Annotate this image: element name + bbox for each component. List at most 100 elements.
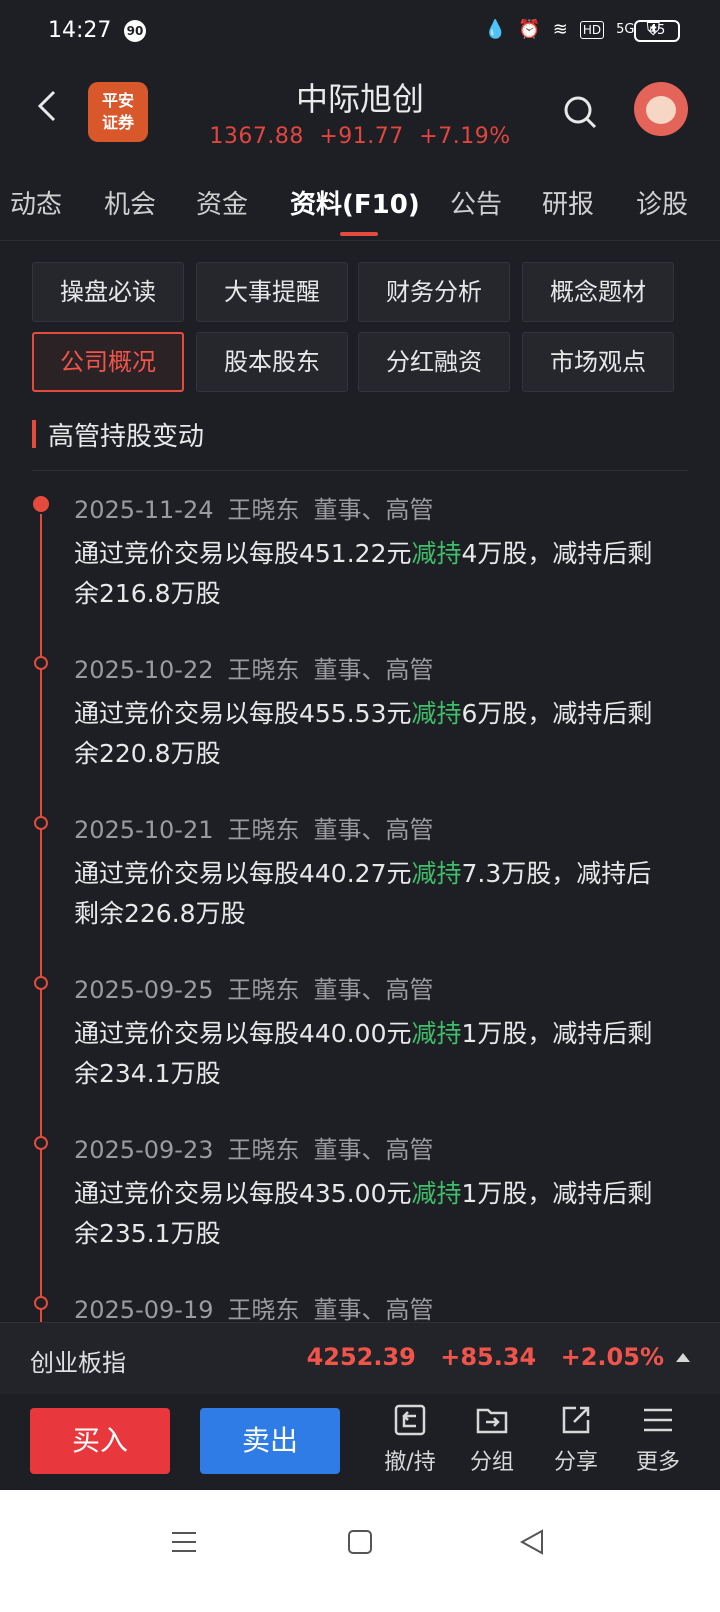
system-nav-bar <box>0 1490 720 1612</box>
entry-date: 2025-10-22 <box>74 656 214 684</box>
tab-f10[interactable]: 资料(F10) <box>290 184 420 221</box>
share-label: 分享 <box>553 1450 598 1475</box>
entry-description: 通过竞价交易以每股455.53元减持6万股，减持后剩余220.8万股 <box>74 694 674 774</box>
menu-dividend-financing[interactable]: 分红融资 <box>358 332 510 392</box>
stock-price: 1367.88 <box>209 124 304 149</box>
buy-button[interactable]: 买入 <box>30 1408 170 1474</box>
more-label: 更多 <box>635 1450 680 1475</box>
entry-action: 减持 <box>411 1019 462 1048</box>
menu-event-reminder[interactable]: 大事提醒 <box>196 262 348 322</box>
tab-dynamics[interactable]: 动态 <box>10 184 62 221</box>
entry-name: 王晓东 <box>227 656 300 684</box>
entry-name: 王晓东 <box>227 496 300 524</box>
entry-role: 董事、高管 <box>313 1296 434 1324</box>
entry-role: 董事、高管 <box>313 1136 434 1164</box>
tab-diagnosis[interactable]: 诊股 <box>636 184 688 221</box>
entry-text: 通过竞价交易以每股455.53元 <box>74 699 412 728</box>
alarm-icon: ⏰ <box>518 19 541 40</box>
stock-quote: 1367.88 +91.77 +7.19% <box>0 124 720 149</box>
entry-description: 通过竞价交易以每股435.00元减持1万股，减持后剩余235.1万股 <box>74 1174 674 1254</box>
menu-trading-must-read[interactable]: 操盘必读 <box>32 262 184 322</box>
menu-concept-theme[interactable]: 概念题材 <box>522 262 674 322</box>
index-values: 4252.39 +85.34 +2.05% <box>291 1343 664 1371</box>
network-icon: 5G <box>616 22 635 37</box>
share-icon <box>562 1406 590 1434</box>
hd-icon: HD <box>579 21 605 39</box>
menu-company-profile[interactable]: 公司概况 <box>32 332 184 392</box>
sell-button[interactable]: 卖出 <box>200 1408 340 1474</box>
tab-opportunity[interactable]: 机会 <box>104 184 156 221</box>
avatar-icon <box>646 96 676 124</box>
timeline-dot <box>34 1136 48 1150</box>
tab-bar: 动态 机会 资金 资料(F10) 公告 研报 诊股 <box>0 162 720 241</box>
wifi-icon: ≋ <box>552 19 568 40</box>
index-change-pct: +2.05% <box>560 1343 664 1371</box>
timeline-dot <box>34 976 48 990</box>
trade-action-bar: 买入 卖出 撤/持 分组 分享 更多 <box>0 1394 720 1490</box>
notification-badge: 90 <box>124 20 146 42</box>
entry-meta: 2025-10-21 王晓东 董事、高管 <box>74 810 447 845</box>
group-button[interactable]: 分组 <box>456 1402 528 1476</box>
battery-icon: 45 <box>634 20 680 42</box>
recent-apps-icon[interactable] <box>168 1528 200 1556</box>
entry-action: 减持 <box>411 699 462 728</box>
entry-name: 王晓东 <box>227 1296 300 1324</box>
tab-announcements[interactable]: 公告 <box>450 184 502 221</box>
section-title: 高管持股变动 <box>48 422 205 452</box>
cancel-hold-button[interactable]: 撤/持 <box>374 1402 446 1476</box>
entry-action: 减持 <box>411 539 462 568</box>
timeline-dot <box>34 816 48 830</box>
entry-meta: 2025-11-24 王晓东 董事、高管 <box>74 490 447 525</box>
entry-role: 董事、高管 <box>313 976 434 1004</box>
index-ticker-bar[interactable]: 创业板指 4252.39 +85.34 +2.05% <box>0 1322 720 1395</box>
status-time: 14:27 <box>48 18 112 43</box>
stock-header: 平安 证券 中际旭创 1367.88 +91.77 +7.19% <box>0 66 720 162</box>
entry-text: 通过竞价交易以每股440.00元 <box>74 1019 412 1048</box>
cancel-hold-label: 撤/持 <box>384 1450 436 1475</box>
entry-date: 2025-10-21 <box>74 816 214 844</box>
back-icon[interactable] <box>518 1528 546 1556</box>
entry-date: 2025-11-24 <box>74 496 214 524</box>
tab-research[interactable]: 研报 <box>542 184 594 221</box>
tab-funds[interactable]: 资金 <box>196 184 248 221</box>
avatar[interactable] <box>634 82 688 136</box>
entry-text: 通过竞价交易以每股435.00元 <box>74 1179 412 1208</box>
entry-meta: 2025-10-22 王晓东 董事、高管 <box>74 650 447 685</box>
entry-role: 董事、高管 <box>313 496 434 524</box>
more-button[interactable]: 更多 <box>622 1402 694 1476</box>
status-bar: 14:27 90 💧 ⏰ ≋ HD 5G ⛨ 45 <box>0 0 720 66</box>
tab-active-indicator <box>340 232 378 236</box>
home-icon[interactable] <box>346 1528 374 1556</box>
entry-role: 董事、高管 <box>313 656 434 684</box>
section-accent-bar <box>32 420 36 448</box>
timeline-line <box>40 514 42 1360</box>
menu-icon <box>644 1408 672 1432</box>
entry-meta: 2025-09-23 王晓东 董事、高管 <box>74 1130 447 1165</box>
share-button[interactable]: 分享 <box>540 1402 612 1476</box>
entry-date: 2025-09-23 <box>74 1136 214 1164</box>
stock-change: +91.77 <box>319 124 404 149</box>
index-value: 4252.39 <box>306 1343 416 1371</box>
section-divider <box>32 470 688 471</box>
menu-market-views[interactable]: 市场观点 <box>522 332 674 392</box>
entry-role: 董事、高管 <box>313 816 434 844</box>
timeline-dot <box>33 496 49 512</box>
entry-description: 通过竞价交易以每股440.00元减持1万股，减持后剩余234.1万股 <box>74 1014 674 1094</box>
menu-financial-analysis[interactable]: 财务分析 <box>358 262 510 322</box>
entry-text: 通过竞价交易以每股451.22元 <box>74 539 412 568</box>
index-change: +85.34 <box>440 1343 537 1371</box>
folder-icon <box>476 1408 508 1434</box>
entry-description: 通过竞价交易以每股451.22元减持4万股，减持后剩余216.8万股 <box>74 534 674 614</box>
stock-title: 中际旭创 <box>295 80 424 118</box>
drop-icon: 💧 <box>483 19 507 40</box>
shareholding-timeline: 2025-11-24 王晓东 董事、高管 通过竞价交易以每股451.22元减持4万股… <box>0 480 720 1360</box>
expand-up-icon[interactable] <box>676 1353 690 1362</box>
search-icon[interactable] <box>560 92 600 132</box>
entry-text: 通过竞价交易以每股440.27元 <box>74 859 412 888</box>
menu-shareholders[interactable]: 股本股东 <box>196 332 348 392</box>
entry-name: 王晓东 <box>227 1136 300 1164</box>
timeline-dot <box>34 656 48 670</box>
entry-name: 王晓东 <box>227 816 300 844</box>
entry-meta: 2025-09-19 王晓东 董事、高管 <box>74 1290 447 1325</box>
index-name: 创业板指 <box>30 1349 126 1377</box>
